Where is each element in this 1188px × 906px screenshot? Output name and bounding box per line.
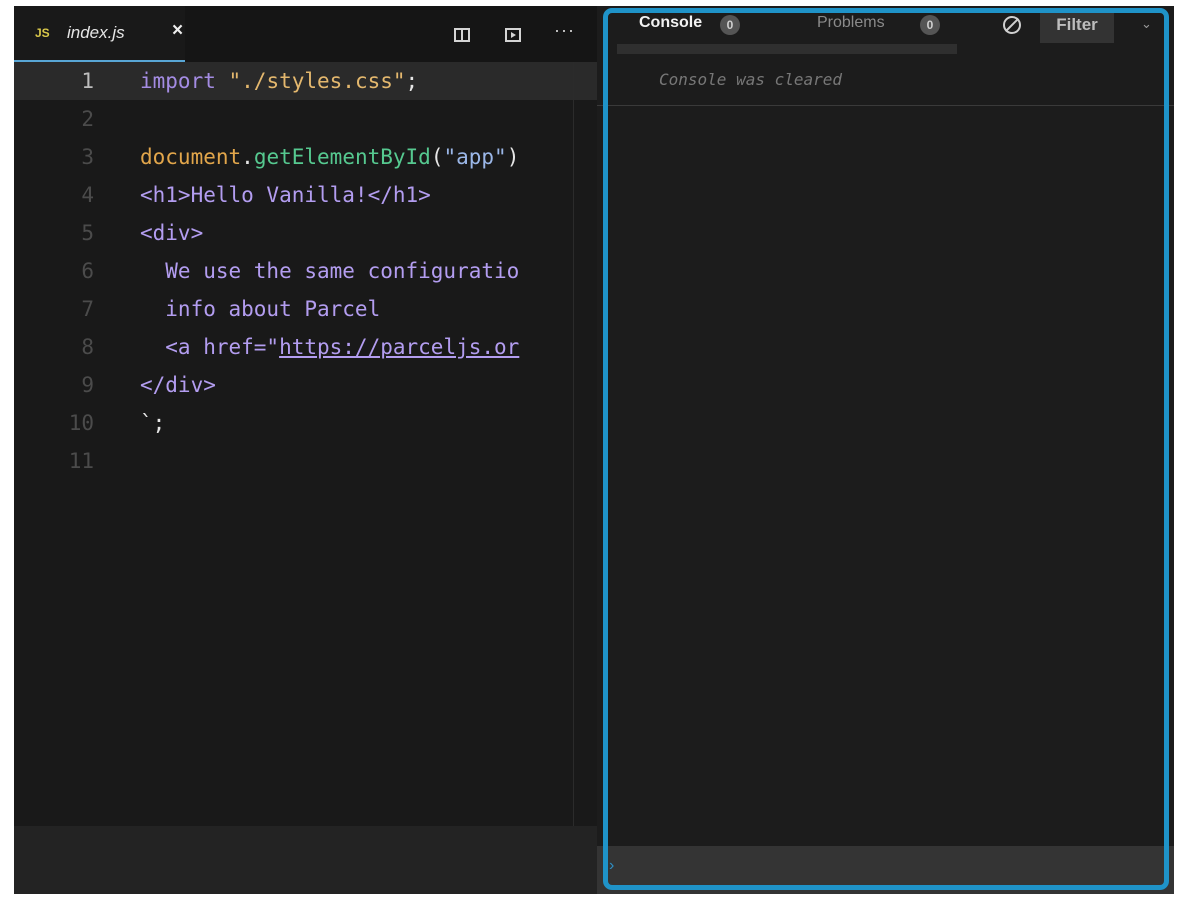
code-sandbox-app: JS index.js × ··· 1 import "./styles.css"… — [14, 6, 1174, 894]
code-token: info about Parcel — [140, 297, 381, 321]
filter-button[interactable]: Filter — [1040, 9, 1114, 43]
line-number: 6 — [81, 259, 94, 283]
open-preview-icon[interactable] — [505, 28, 521, 42]
code-token: document — [140, 145, 242, 169]
prompt-chevron-icon: › — [609, 857, 615, 874]
line-number: 9 — [81, 373, 94, 397]
line-number: 2 — [81, 107, 94, 131]
console-tab-scrollbar — [617, 44, 957, 54]
line-content: document.getElementById("app") — [140, 138, 519, 176]
more-actions-icon[interactable]: ··· — [554, 20, 575, 41]
code-token: </div> — [140, 373, 216, 397]
line-content: `; — [140, 404, 165, 442]
code-token: ) — [506, 145, 520, 169]
line-content: We use the same configuratio — [140, 252, 519, 290]
code-token: . — [241, 145, 254, 169]
line-number: 4 — [81, 183, 94, 207]
line-number: 8 — [81, 335, 94, 359]
code-line[interactable]: 5 <div> — [14, 214, 597, 252]
code-line[interactable]: 7 info about Parcel — [14, 290, 597, 328]
console-divider — [597, 105, 1174, 106]
code-line[interactable]: 11 — [14, 442, 597, 480]
code-token: getElementById — [253, 145, 431, 169]
code-line[interactable]: 8 <a href="https://parceljs.or — [14, 328, 597, 366]
split-editor-icon[interactable] — [454, 28, 470, 42]
line-number: 7 — [81, 297, 94, 321]
code-token: "app" — [443, 145, 507, 169]
problems-count-badge: 0 — [920, 15, 940, 35]
js-file-icon: JS — [35, 26, 50, 40]
console-message: Console was cleared — [659, 70, 843, 89]
line-number: 3 — [81, 145, 94, 169]
code-token: We use the same configuratio — [140, 259, 520, 283]
tab-index-js[interactable]: JS index.js × — [14, 6, 185, 62]
tab-filename: index.js — [67, 23, 125, 42]
code-token: "./styles.css" — [228, 69, 406, 93]
editor-ruler — [573, 62, 574, 826]
console-panel: Console 0 Problems 0 Filter ⌄ Console wa… — [597, 6, 1174, 894]
code-token: https://parceljs.or — [279, 335, 520, 359]
code-line[interactable]: 9 </div> — [14, 366, 597, 404]
line-content: </div> — [140, 366, 216, 404]
code-token: <h1>Hello Vanilla!</h1> — [140, 183, 431, 207]
code-token: ( — [430, 145, 444, 169]
code-token: import — [140, 69, 229, 93]
code-token: ; — [405, 69, 419, 93]
line-content: info about Parcel — [140, 290, 380, 328]
editor-bottom-bar — [14, 826, 597, 894]
clear-console-icon[interactable] — [1003, 16, 1021, 34]
code-line[interactable]: 4 <h1>Hello Vanilla!</h1> — [14, 176, 597, 214]
code-token: <a href=" — [140, 335, 280, 359]
console-input[interactable]: › — [597, 846, 1174, 894]
line-content: <h1>Hello Vanilla!</h1> — [140, 176, 431, 214]
tab-console[interactable]: Console — [639, 14, 702, 32]
code-line[interactable]: 1 import "./styles.css"; — [14, 62, 597, 100]
code-token: <div> — [140, 221, 204, 245]
close-icon[interactable]: × — [172, 20, 183, 42]
code-token: `; — [140, 411, 166, 435]
chevron-down-icon[interactable]: ⌄ — [1141, 16, 1152, 32]
console-count-badge: 0 — [720, 15, 740, 35]
code-line[interactable]: 10 `; — [14, 404, 597, 442]
code-area[interactable]: 1 import "./styles.css"; 2 3 document.getEle… — [14, 62, 597, 826]
code-line[interactable]: 3 document.getElementById("app") — [14, 138, 597, 176]
code-editor: JS index.js × ··· 1 import "./styles.css"… — [14, 6, 597, 894]
line-number: 11 — [68, 449, 94, 473]
line-number: 1 — [81, 69, 94, 93]
line-content: <div> — [140, 214, 203, 252]
editor-tab-bar: JS index.js × ··· — [14, 6, 597, 62]
line-number: 5 — [81, 221, 94, 245]
line-content: <a href="https://parceljs.or — [140, 328, 519, 366]
tab-problems[interactable]: Problems — [817, 14, 885, 32]
console-header: Console 0 Problems 0 Filter ⌄ — [597, 6, 1174, 56]
code-line[interactable]: 6 We use the same configuratio — [14, 252, 597, 290]
line-content: import "./styles.css"; — [140, 62, 418, 100]
code-line[interactable]: 2 — [14, 100, 597, 138]
line-number: 10 — [68, 411, 94, 435]
